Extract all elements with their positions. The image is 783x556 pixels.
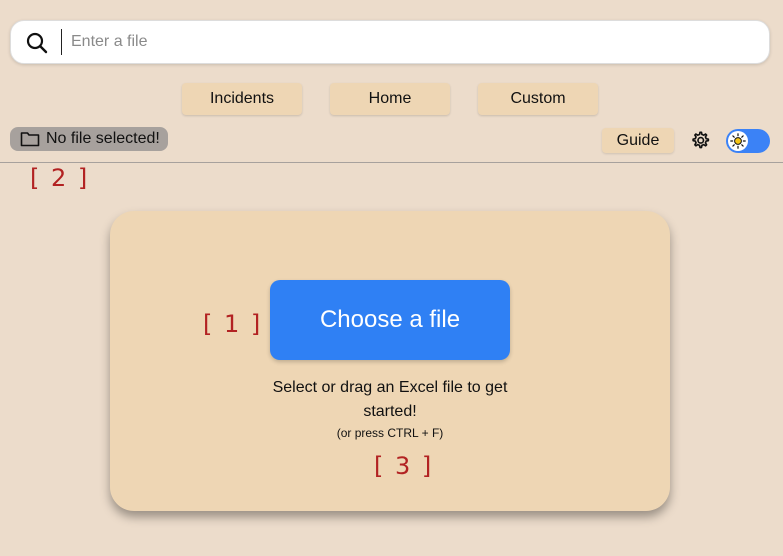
choose-file-button[interactable]: Choose a file: [270, 280, 510, 360]
sun-icon: [730, 133, 746, 149]
nav-home-button[interactable]: Home: [330, 83, 450, 115]
search-icon: [26, 32, 48, 54]
header-divider: [0, 162, 783, 163]
nav-custom-button[interactable]: Custom: [478, 83, 598, 115]
gear-icon[interactable]: [689, 130, 711, 152]
marker-1: [ 1 ]: [203, 310, 263, 338]
upload-helper-text: Select or drag an Excel file to get star…: [272, 379, 508, 420]
file-status-badge: No file selected!: [10, 127, 168, 151]
file-status-label: No file selected!: [46, 130, 160, 147]
marker-3: [ 3 ]: [374, 452, 434, 480]
search-input[interactable]: [61, 29, 751, 55]
theme-toggle[interactable]: [726, 129, 770, 153]
guide-button[interactable]: Guide: [602, 128, 674, 153]
nav-incidents-button[interactable]: Incidents: [182, 83, 302, 115]
search-bar[interactable]: [10, 20, 770, 64]
toggle-knob: [728, 131, 748, 151]
marker-2: [ 2 ]: [30, 164, 90, 192]
folder-icon: [20, 132, 40, 147]
keyboard-shortcut-hint: (or press CTRL + F): [336, 426, 444, 440]
